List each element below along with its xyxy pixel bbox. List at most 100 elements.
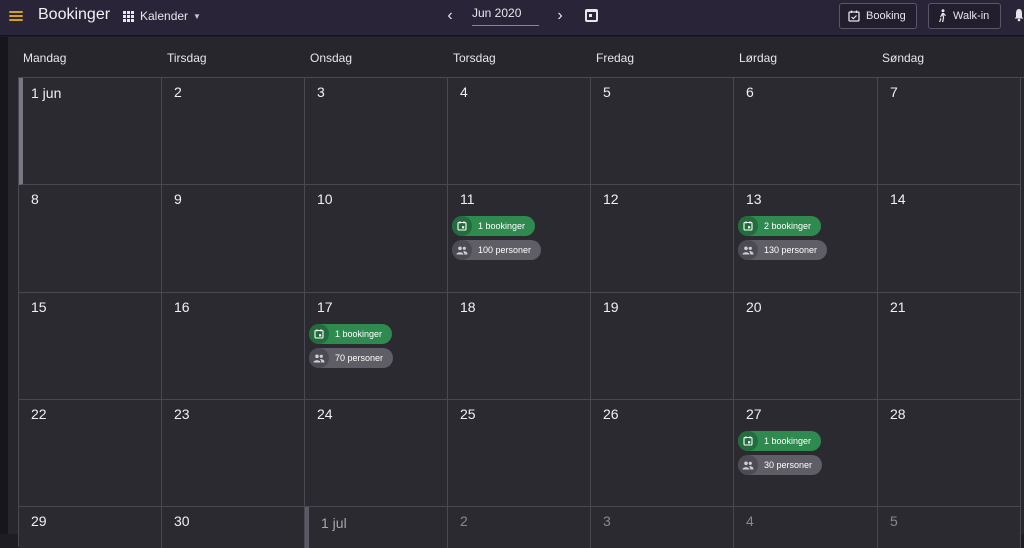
- new-booking-button[interactable]: Booking: [839, 3, 917, 29]
- grid-icon: [123, 11, 134, 22]
- calendar-icon: [309, 324, 329, 344]
- day-number: 3: [603, 513, 611, 529]
- day-number: 15: [31, 299, 47, 315]
- persons-count: 100 personer: [478, 245, 532, 255]
- day-cell[interactable]: 5: [878, 507, 1021, 548]
- day-number: 10: [317, 191, 333, 207]
- day-cell[interactable]: 6: [734, 78, 878, 185]
- day-cell[interactable]: 29: [19, 507, 162, 548]
- hamburger-menu-icon[interactable]: [9, 11, 23, 21]
- people-icon: [738, 455, 758, 475]
- day-number: 2: [460, 513, 468, 529]
- day-cell[interactable]: 18: [448, 293, 591, 400]
- people-icon: [738, 240, 758, 260]
- day-cell[interactable]: 28: [878, 400, 1021, 507]
- bookings-count: 1 bookinger: [335, 329, 383, 339]
- day-cell[interactable]: 30: [162, 507, 305, 548]
- bookings-chip[interactable]: 1 bookinger: [738, 431, 822, 451]
- persons-count: 70 personer: [335, 353, 384, 363]
- day-number: 12: [603, 191, 619, 207]
- day-number: 25: [460, 406, 476, 422]
- calendar-icon: [452, 216, 472, 236]
- day-cell[interactable]: 4: [448, 78, 591, 185]
- day-cell[interactable]: 3: [305, 78, 448, 185]
- persons-chip[interactable]: 30 personer: [738, 455, 823, 475]
- calendar-picker-icon[interactable]: [585, 9, 598, 22]
- day-cell[interactable]: 26: [591, 400, 734, 507]
- day-cell[interactable]: 14: [878, 185, 1021, 293]
- day-cell[interactable]: 15: [19, 293, 162, 400]
- view-selector-label: Kalender: [140, 9, 189, 23]
- day-number: 5: [890, 513, 898, 529]
- day-number: 4: [460, 84, 468, 100]
- top-app-bar: Bookinger Kalender ▼ ‹ Jun 2020 › Bookin…: [0, 0, 1024, 36]
- day-number: 19: [603, 299, 619, 315]
- day-number: 18: [460, 299, 476, 315]
- day-cell[interactable]: 21: [878, 293, 1021, 400]
- day-cell[interactable]: 16: [162, 293, 305, 400]
- caret-down-icon: ▼: [193, 11, 201, 21]
- month-field[interactable]: Jun 2020: [472, 6, 539, 26]
- day-number: 22: [31, 406, 47, 422]
- next-month-button[interactable]: ›: [553, 7, 567, 25]
- day-cell[interactable]: 4: [734, 507, 878, 548]
- previous-month-button[interactable]: ‹: [443, 7, 457, 25]
- day-number: 1 jun: [31, 85, 62, 101]
- day-number: 3: [317, 84, 325, 100]
- day-cell[interactable]: 1 jun: [19, 78, 162, 185]
- day-number: 13: [746, 191, 762, 207]
- day-cell[interactable]: 20: [734, 293, 878, 400]
- day-number: 6: [746, 84, 754, 100]
- weekday-header: Mandag Tirsdag Onsdag Torsdag Fredag Lør…: [20, 51, 1024, 71]
- persons-chip[interactable]: 70 personer: [309, 348, 394, 368]
- bookings-chip[interactable]: 2 bookinger: [738, 216, 822, 236]
- calendar-icon: [738, 431, 758, 451]
- day-cell[interactable]: 24: [305, 400, 448, 507]
- people-icon: [452, 240, 472, 260]
- day-cell[interactable]: 23: [162, 400, 305, 507]
- day-cell[interactable]: 27 1 bookinger 30 personer: [734, 400, 878, 507]
- walk-in-button[interactable]: Walk-in: [928, 3, 1001, 29]
- new-booking-label: Booking: [866, 10, 906, 22]
- day-number: 9: [174, 191, 182, 207]
- day-cell[interactable]: 7: [878, 78, 1021, 185]
- bookings-chip[interactable]: 1 bookinger: [309, 324, 393, 344]
- day-cell[interactable]: 25: [448, 400, 591, 507]
- calendar-icon: [738, 216, 758, 236]
- day-cell[interactable]: 22: [19, 400, 162, 507]
- day-cell[interactable]: 8: [19, 185, 162, 293]
- day-number: 8: [31, 191, 39, 207]
- day-number: 27: [746, 406, 762, 422]
- day-cell[interactable]: 2: [448, 507, 591, 548]
- day-cell[interactable]: 5: [591, 78, 734, 185]
- day-number: 5: [603, 84, 611, 100]
- persons-chip[interactable]: 130 personer: [738, 240, 828, 260]
- day-cell[interactable]: 10: [305, 185, 448, 293]
- day-cell[interactable]: 19: [591, 293, 734, 400]
- day-number: 1 jul: [321, 515, 347, 531]
- day-number: 4: [746, 513, 754, 529]
- day-number: 28: [890, 406, 906, 422]
- day-cell[interactable]: 17 1 bookinger 70 personer: [305, 293, 448, 400]
- day-cell[interactable]: 9: [162, 185, 305, 293]
- day-number: 23: [174, 406, 190, 422]
- day-cell[interactable]: 1 jul: [305, 507, 448, 548]
- day-cell[interactable]: 12: [591, 185, 734, 293]
- month-calendar: Mandag Tirsdag Onsdag Torsdag Fredag Lør…: [8, 37, 1024, 548]
- view-selector[interactable]: Kalender ▼: [123, 9, 201, 23]
- persons-count: 30 personer: [764, 460, 813, 470]
- day-cell[interactable]: 2: [162, 78, 305, 185]
- day-cell[interactable]: 3: [591, 507, 734, 548]
- calendar-check-icon: [848, 10, 860, 22]
- persons-count: 130 personer: [764, 245, 818, 255]
- bookings-count: 1 bookinger: [764, 436, 812, 446]
- day-cell[interactable]: 11 1 bookinger 100 personer: [448, 185, 591, 293]
- day-cell[interactable]: 13 2 bookinger 130 personer: [734, 185, 878, 293]
- weekday-label: Tirsdag: [167, 51, 207, 65]
- bookings-chip[interactable]: 1 bookinger: [452, 216, 536, 236]
- weekday-label: Fredag: [596, 51, 635, 65]
- weekday-label: Onsdag: [310, 51, 353, 65]
- persons-chip[interactable]: 100 personer: [452, 240, 542, 260]
- notification-bell-icon[interactable]: [1014, 8, 1024, 22]
- day-number: 7: [890, 84, 898, 100]
